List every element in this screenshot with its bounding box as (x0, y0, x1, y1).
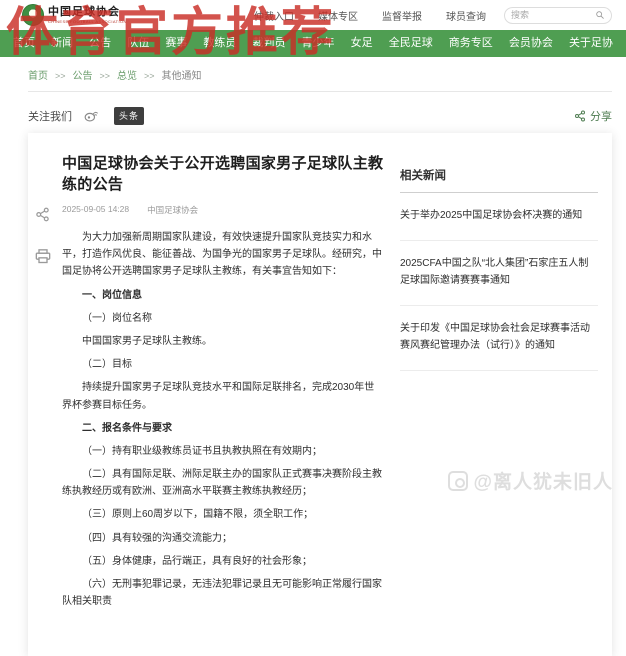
nav-item[interactable]: 赛事 (162, 30, 190, 57)
article-paragraph: （一）岗位名称 (62, 310, 384, 327)
article-paragraph: （二）具有国际足联、洲际足联主办的国家队正式赛事决赛阶段主教练执教经历或有欧洲、… (62, 466, 384, 500)
article-paragraph: （一）持有职业级教练员证书且执教执照在有效期内； (62, 443, 384, 460)
cfa-logo-icon (22, 4, 44, 26)
logo-title: 中国足球协会 (48, 7, 127, 18)
topbar-link[interactable]: 监督举报 (382, 8, 422, 23)
article-tools (35, 207, 51, 269)
article: 中国足球协会关于公开选聘国家男子足球队主教练的公告 2025-09-05 14:… (62, 153, 384, 616)
toutiao-badge[interactable]: 头条 (114, 107, 144, 125)
topbar-links: 仲裁入口 媒体专区 监督举报 球员查询 (254, 8, 486, 23)
nav-item[interactable]: 会员协会 (506, 30, 556, 57)
breadcrumb: 首页公告总览其他通知 (28, 67, 612, 92)
article-source: 中国足球协会 (147, 204, 198, 216)
article-paragraph: 二、报名条件与要求 (62, 420, 384, 437)
topbar-link[interactable]: 球员查询 (446, 8, 486, 23)
content-card: 中国足球协会关于公开选聘国家男子足球队主教练的公告 2025-09-05 14:… (28, 133, 612, 656)
follow-row: 关注我们 头条 分享 (28, 107, 612, 125)
article-paragraph: （三）原则上60周岁以下，国籍不限，须全职工作； (62, 506, 384, 523)
follow-us-label: 关注我们 (28, 108, 72, 124)
topbar-link[interactable]: 媒体专区 (318, 8, 358, 23)
article-paragraph: （五）身体健康，品行端正，具有良好的社会形象； (62, 553, 384, 570)
nav-item[interactable]: 公告 (86, 30, 114, 57)
share-icon (574, 110, 586, 122)
nav-item[interactable]: 新闻 (48, 30, 76, 57)
share-button[interactable]: 分享 (574, 108, 612, 124)
article-paragraph: 为大力加强新周期国家队建设，有效快速提升国家队竞技实力和水平，打造作风优良、能征… (62, 229, 384, 281)
article-paragraph: （六）无刑事犯罪记录，无违法犯罪记录且无可能影响正常履行国家队相关职责 (62, 576, 384, 610)
breadcrumb-item[interactable]: 首页 (28, 67, 48, 82)
related-news-link[interactable]: 关于印发《中国足球协会社会足球赛事活动赛风赛纪管理办法（试行）》的通知 (400, 306, 598, 371)
cfa-logo-text: 中国足球协会 CHINESE FOOTBALL ASSOCIATION (48, 7, 127, 24)
article-title: 中国足球协会关于公开选聘国家男子足球队主教练的公告 (62, 153, 384, 195)
share-label: 分享 (590, 108, 612, 124)
article-paragraph: 一、岗位信息 (62, 287, 384, 304)
nav-item[interactable]: 商务专区 (446, 30, 496, 57)
related-news-link[interactable]: 关于举办2025中国足球协会杯决赛的通知 (400, 193, 598, 241)
logo-subtitle: CHINESE FOOTBALL ASSOCIATION (48, 20, 127, 24)
breadcrumb-item[interactable]: 公告 (48, 67, 93, 82)
weibo-icon[interactable] (84, 110, 98, 122)
article-meta: 2025-09-05 14:28 中国足球协会 (62, 204, 384, 216)
nav-item[interactable]: 教练员 (200, 30, 239, 57)
related-news-panel: 相关新闻 关于举办2025中国足球协会杯决赛的通知2025CFA中国之队“北人集… (400, 167, 598, 616)
search-box[interactable] (504, 7, 612, 24)
main-navigation: 首页新闻公告队伍赛事教练员裁判员青少年女足全民足球商务专区会员协会关于足协 (0, 30, 626, 57)
article-paragraph: （二）目标 (62, 356, 384, 373)
article-paragraph: （四）具有较强的沟通交流能力； (62, 530, 384, 547)
breadcrumb-item[interactable]: 其他通知 (137, 67, 202, 82)
related-news-list: 关于举办2025中国足球协会杯决赛的通知2025CFA中国之队“北人集团”石家庄… (400, 193, 598, 371)
nav-item[interactable]: 全民足球 (386, 30, 436, 57)
article-body: 为大力加强新周期国家队建设，有效快速提升国家队竞技实力和水平，打造作风优良、能征… (62, 229, 384, 610)
breadcrumb-item[interactable]: 总览 (93, 67, 138, 82)
related-news-link[interactable]: 2025CFA中国之队“北人集团”石家庄五人制足球国际邀请赛赛事通知 (400, 241, 598, 306)
related-news-title: 相关新闻 (400, 167, 598, 193)
print-icon[interactable] (35, 249, 51, 269)
article-share-icon[interactable] (35, 207, 51, 227)
nav-item[interactable]: 青少年 (299, 30, 338, 57)
article-paragraph: 中国国家男子足球队主教练。 (62, 333, 384, 350)
nav-item[interactable]: 首页 (10, 30, 38, 57)
nav-item[interactable]: 队伍 (124, 30, 152, 57)
topbar: 中国足球协会 CHINESE FOOTBALL ASSOCIATION 仲裁入口… (0, 0, 626, 30)
cfa-logo[interactable]: 中国足球协会 CHINESE FOOTBALL ASSOCIATION (22, 4, 127, 26)
nav-item[interactable]: 女足 (348, 30, 376, 57)
search-icon[interactable] (595, 10, 605, 20)
article-paragraph: 持续提升国家男子足球队竞技水平和国际足联排名，完成2030年世界杯参赛目标任务。 (62, 379, 384, 413)
search-input[interactable] (511, 10, 595, 20)
nav-item[interactable]: 裁判员 (249, 30, 288, 57)
topbar-link[interactable]: 仲裁入口 (254, 8, 294, 23)
article-date: 2025-09-05 14:28 (62, 204, 129, 216)
nav-item[interactable]: 关于足协 (566, 30, 616, 57)
